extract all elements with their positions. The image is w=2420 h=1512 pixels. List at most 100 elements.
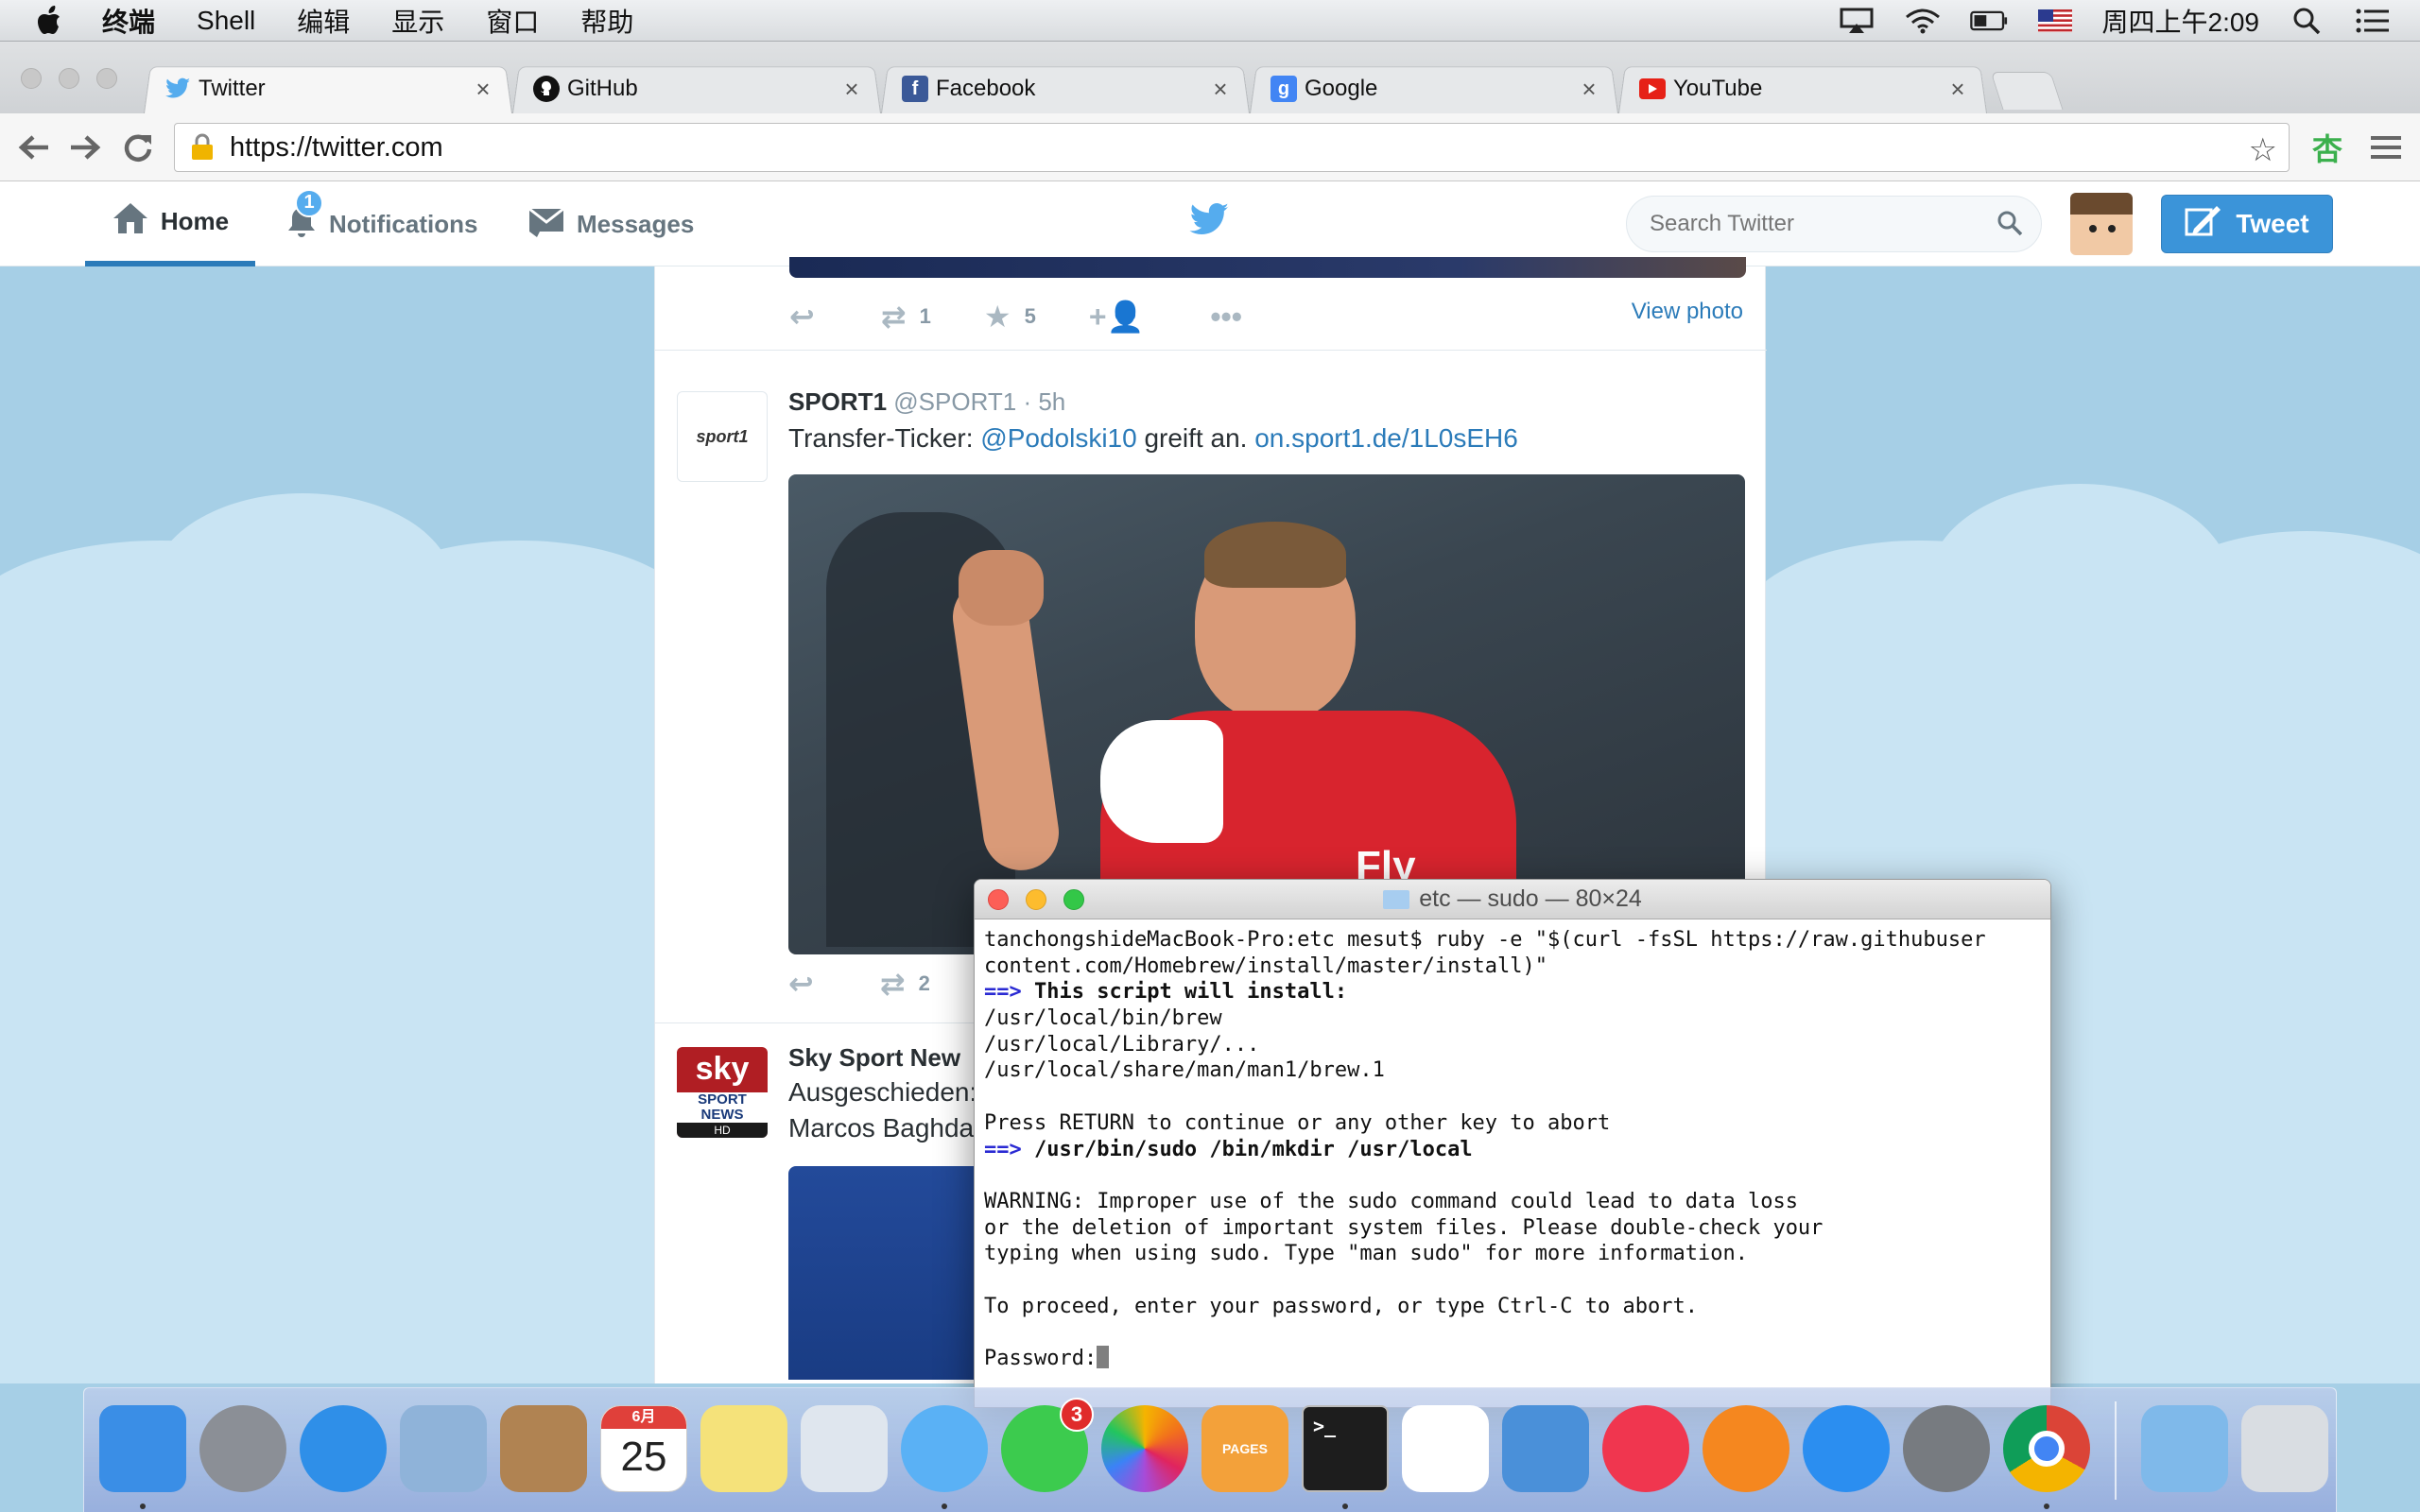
menu-help[interactable]: 帮助 bbox=[560, 2, 654, 40]
window-close-button[interactable] bbox=[21, 68, 42, 89]
system-preferences-icon[interactable] bbox=[1903, 1405, 1990, 1492]
airplay-icon[interactable] bbox=[1838, 6, 1876, 36]
terminal-line-text: This script will install: bbox=[1021, 980, 1348, 1005]
compose-tweet-button[interactable]: Tweet bbox=[2161, 195, 2333, 253]
tab-twitter[interactable]: Twitter × bbox=[144, 64, 512, 113]
forward-button[interactable] bbox=[64, 127, 106, 168]
tweet-author-name[interactable]: SPORT1 bbox=[788, 387, 887, 416]
avatar-sport-text: SPORT bbox=[698, 1091, 747, 1108]
twitter-bird-logo-icon[interactable] bbox=[1187, 202, 1231, 246]
apple-menu-icon[interactable] bbox=[21, 0, 81, 42]
tab-strip: Twitter × GitHub × f Facebook × g Google… bbox=[0, 42, 2420, 113]
terminal-arrow: ==> bbox=[984, 1137, 1022, 1161]
new-tab-button[interactable] bbox=[1990, 72, 2064, 110]
tab-google[interactable]: g Google × bbox=[1250, 64, 1618, 113]
menu-edit[interactable]: 编辑 bbox=[276, 2, 371, 40]
keynote-icon[interactable] bbox=[1502, 1405, 1589, 1492]
tab-label: Facebook bbox=[936, 76, 1036, 101]
terminal-zoom-button[interactable] bbox=[1063, 889, 1084, 910]
menubar-clock[interactable]: 周四上午2:09 bbox=[2102, 2, 2260, 40]
tab-youtube[interactable]: YouTube × bbox=[1618, 64, 1987, 113]
reload-button[interactable] bbox=[117, 127, 159, 168]
terminal-line: typing when using sudo. Type "man sudo" … bbox=[984, 1242, 1748, 1266]
downloads-folder-icon[interactable] bbox=[2141, 1405, 2228, 1492]
twitter-icon bbox=[164, 76, 191, 102]
terminal-titlebar[interactable]: etc — sudo — 80×24 bbox=[975, 880, 2050, 919]
mail-icon[interactable] bbox=[400, 1405, 487, 1492]
chrome-icon[interactable] bbox=[2003, 1405, 2090, 1492]
view-photo-link[interactable]: View photo bbox=[1632, 299, 1743, 325]
ibooks-icon[interactable] bbox=[1703, 1405, 1789, 1492]
password-prompt[interactable]: Password: bbox=[984, 1346, 2043, 1372]
itunes-icon[interactable] bbox=[1602, 1405, 1689, 1492]
terminal-output[interactable]: tanchongshideMacBook-Pro:etc mesut$ ruby… bbox=[984, 927, 2043, 1372]
bookmark-star-icon[interactable]: ☆ bbox=[2249, 131, 2277, 169]
search-icon[interactable] bbox=[1996, 210, 2025, 238]
window-minimize-button[interactable] bbox=[59, 68, 79, 89]
twitter-search-input[interactable] bbox=[1626, 196, 2042, 252]
tab-label: YouTube bbox=[1673, 76, 1763, 101]
tab-github[interactable]: GitHub × bbox=[512, 64, 881, 113]
tab-close-icon[interactable]: × bbox=[1945, 75, 1970, 104]
user-avatar[interactable] bbox=[2070, 193, 2133, 255]
contacts-icon[interactable] bbox=[500, 1405, 587, 1492]
finder-icon[interactable] bbox=[99, 1405, 186, 1492]
terminal-close-button[interactable] bbox=[988, 889, 1009, 910]
window-zoom-button[interactable] bbox=[96, 68, 117, 89]
wifi-icon[interactable] bbox=[1904, 6, 1942, 36]
sky-sport-news-avatar[interactable]: sky SPORT NEWS HD bbox=[677, 1047, 768, 1138]
sky-tweet-header: Sky Sport New bbox=[788, 1043, 960, 1073]
calendar-icon[interactable]: 6月 25 bbox=[600, 1405, 687, 1492]
terminal-window[interactable]: etc — sudo — 80×24 tanchongshideMacBook-… bbox=[974, 879, 2051, 1408]
terminal-icon[interactable]: >_ bbox=[1302, 1405, 1389, 1492]
password-prompt-label: Password: bbox=[984, 1347, 1098, 1370]
tab-label: Google bbox=[1305, 76, 1378, 101]
pages-icon[interactable]: PAGES bbox=[1201, 1405, 1288, 1492]
tab-close-icon[interactable]: × bbox=[471, 75, 495, 104]
nav-messages-label: Messages bbox=[577, 209, 695, 238]
tweet-author-name[interactable]: Sky Sport New bbox=[788, 1043, 960, 1072]
numbers-icon[interactable] bbox=[1402, 1405, 1489, 1492]
tab-close-icon[interactable]: × bbox=[1208, 75, 1233, 104]
nav-notifications[interactable]: 1 Notifications bbox=[285, 181, 477, 266]
extension-icon[interactable]: 杏 bbox=[2307, 127, 2348, 168]
trash-icon[interactable] bbox=[2241, 1405, 2328, 1492]
tweet-author-handle[interactable]: @SPORT1 bbox=[893, 387, 1016, 416]
tweet-timestamp[interactable]: · 5h bbox=[1023, 387, 1065, 416]
menu-view[interactable]: 显示 bbox=[371, 2, 465, 40]
launchpad-icon[interactable] bbox=[199, 1405, 286, 1492]
back-button[interactable] bbox=[13, 127, 55, 168]
menu-app-name[interactable]: 终端 bbox=[81, 2, 176, 40]
notification-center-icon[interactable] bbox=[2354, 6, 2392, 36]
battery-icon[interactable] bbox=[1969, 6, 2008, 36]
nav-home[interactable]: Home bbox=[85, 181, 255, 266]
tab-close-icon[interactable]: × bbox=[1577, 75, 1601, 104]
facetime-icon[interactable]: 3 bbox=[1001, 1398, 1094, 1492]
tweet-text-mid: greift an. bbox=[1136, 423, 1255, 453]
running-indicator bbox=[140, 1503, 146, 1509]
terminal-line: WARNING: Improper use of the sudo comman… bbox=[984, 1189, 1798, 1213]
address-bar[interactable]: https://twitter.com ☆ bbox=[174, 123, 2290, 172]
menu-shell[interactable]: Shell bbox=[176, 6, 276, 36]
safari-icon[interactable] bbox=[300, 1405, 387, 1492]
messages-icon[interactable] bbox=[901, 1405, 988, 1492]
tweet-text-prefix: Transfer-Ticker: bbox=[788, 423, 981, 453]
retweet-button[interactable]: ⇄ 2 bbox=[880, 966, 930, 1002]
spotlight-search-icon[interactable] bbox=[2288, 6, 2325, 36]
us-flag-icon[interactable] bbox=[2036, 6, 2074, 36]
nav-messages[interactable]: Messages bbox=[527, 181, 694, 266]
menu-window[interactable]: 窗口 bbox=[465, 2, 560, 40]
preview-icon[interactable] bbox=[801, 1405, 888, 1492]
app-store-icon[interactable] bbox=[1803, 1405, 1890, 1492]
notes-icon[interactable] bbox=[700, 1405, 787, 1492]
mention-link[interactable]: @Podolski10 bbox=[980, 423, 1136, 453]
photos-icon[interactable] bbox=[1101, 1405, 1188, 1492]
terminal-line: content.com/Homebrew/install/master/inst… bbox=[984, 954, 1548, 978]
terminal-minimize-button[interactable] bbox=[1026, 889, 1046, 910]
tab-facebook[interactable]: f Facebook × bbox=[881, 64, 1250, 113]
tab-close-icon[interactable]: × bbox=[839, 75, 864, 104]
reply-button[interactable]: ↩ bbox=[788, 966, 827, 1002]
chrome-menu-icon[interactable] bbox=[2365, 127, 2407, 168]
sport1-avatar[interactable]: sport1 bbox=[677, 391, 768, 482]
url-link[interactable]: on.sport1.de/1L0sEH6 bbox=[1254, 423, 1518, 453]
